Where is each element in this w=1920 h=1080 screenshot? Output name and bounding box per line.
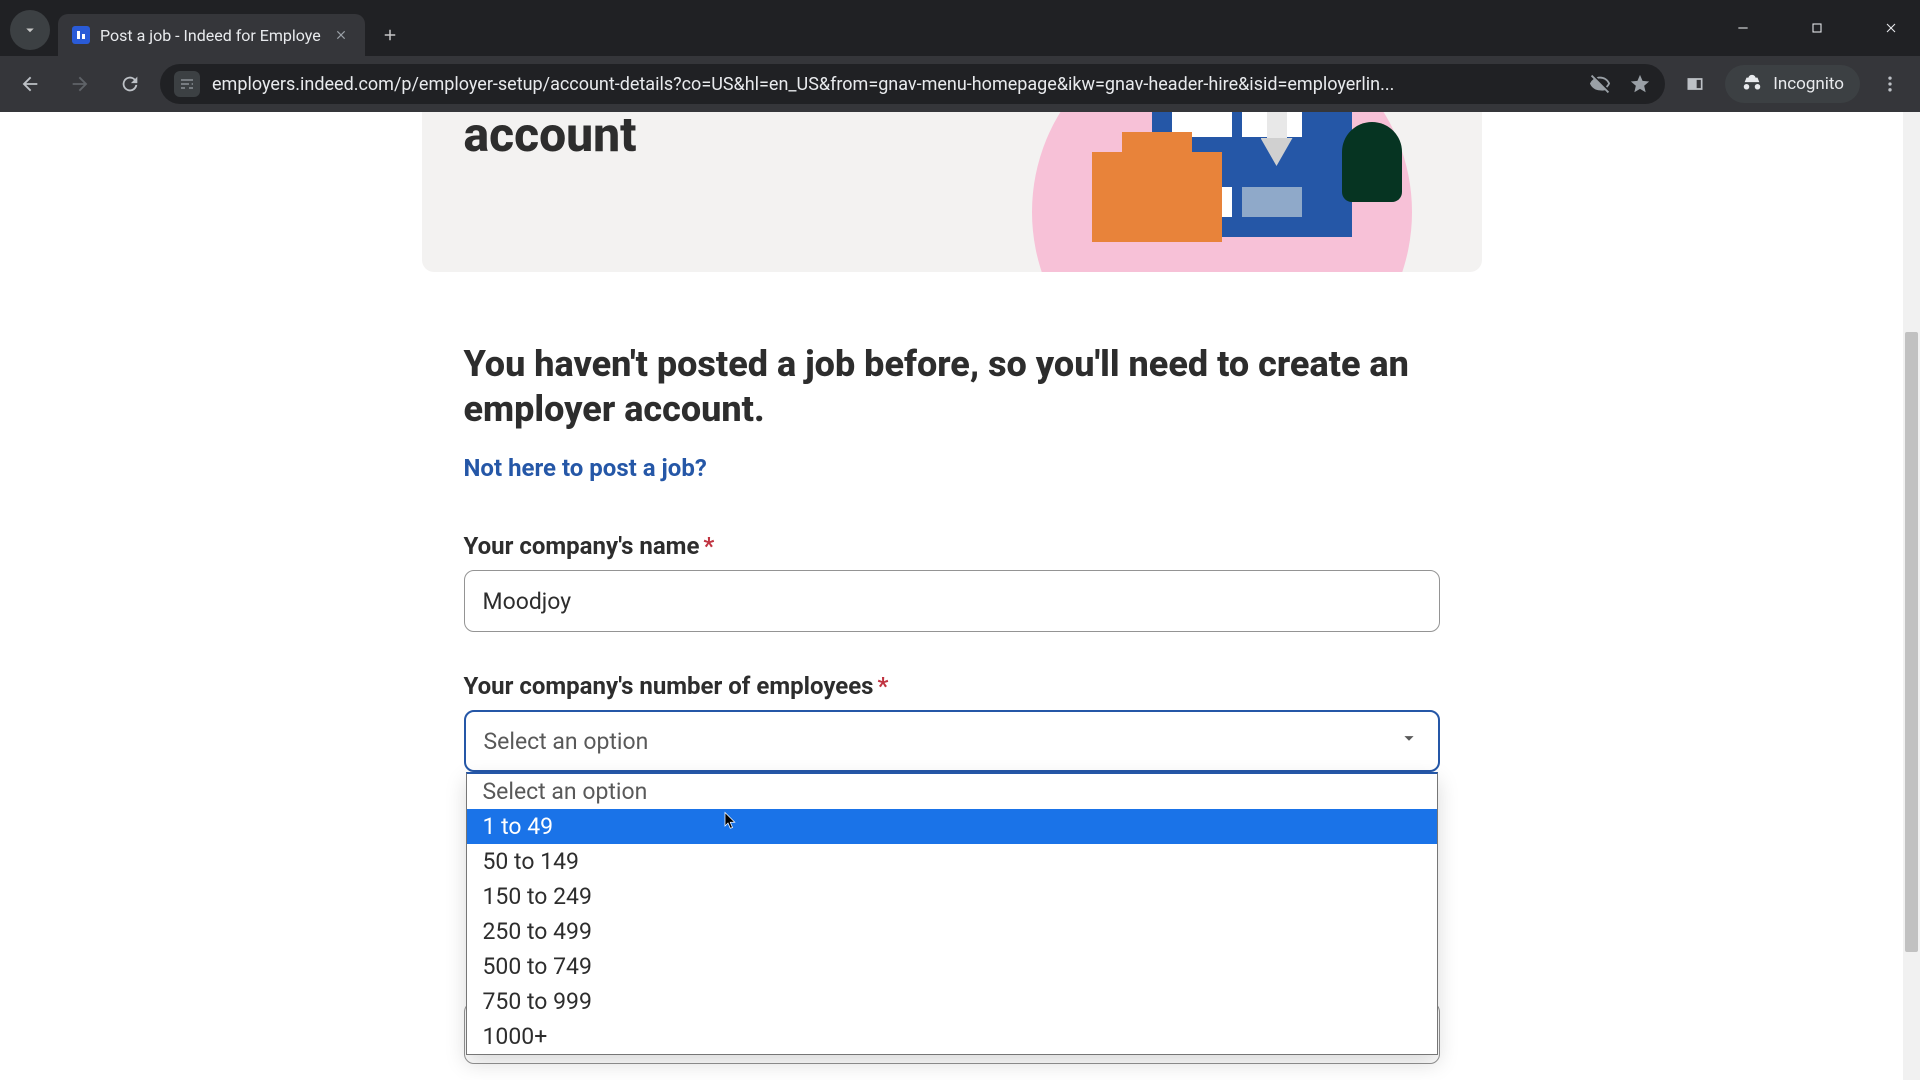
hero-illustration	[972, 112, 1452, 272]
minimize-icon	[1735, 20, 1751, 36]
company-name-label: Your company's name*	[464, 532, 1440, 560]
hero-title-fragment: account	[464, 112, 637, 163]
scrollbar-thumb[interactable]	[1905, 332, 1918, 952]
field-company-name: Your company's name*	[464, 532, 1440, 632]
field-employee-count: Your company's number of employees* Sele…	[464, 672, 1440, 772]
nav-back-button[interactable]	[10, 64, 50, 104]
maximize-icon	[1809, 20, 1825, 36]
not-here-link[interactable]: Not here to post a job?	[464, 454, 1440, 482]
window-close-button[interactable]	[1868, 8, 1914, 48]
dropdown-option[interactable]: 50 to 149	[467, 844, 1437, 879]
browser-tab-active[interactable]: Post a job - Indeed for Employe	[58, 14, 365, 56]
company-name-input[interactable]	[464, 570, 1440, 632]
side-panel-button[interactable]	[1675, 64, 1715, 104]
arrow-right-icon	[69, 73, 91, 95]
dropdown-option[interactable]: 150 to 249	[467, 879, 1437, 914]
window-minimize-button[interactable]	[1720, 8, 1766, 48]
nav-forward-button[interactable]	[60, 64, 100, 104]
incognito-indicator[interactable]: Incognito	[1725, 65, 1860, 103]
dropdown-option[interactable]: 750 to 999	[467, 984, 1437, 1019]
select-current-value: Select an option	[484, 728, 649, 755]
dropdown-option[interactable]: 1 to 49	[467, 809, 1437, 844]
window-controls	[1720, 0, 1914, 56]
incognito-icon	[1741, 73, 1763, 95]
search-tabs-button[interactable]	[10, 10, 50, 50]
site-info-button[interactable]	[174, 71, 200, 97]
window-maximize-button[interactable]	[1794, 8, 1840, 48]
employee-count-label: Your company's number of employees*	[464, 672, 1440, 700]
kebab-icon	[1880, 74, 1900, 94]
tab-strip: Post a job - Indeed for Employe	[0, 0, 1920, 56]
dropdown-option[interactable]: 500 to 749	[467, 949, 1437, 984]
reload-icon	[119, 73, 141, 95]
browser-toolbar: employers.indeed.com/p/employer-setup/ac…	[0, 56, 1920, 112]
tab-title: Post a job - Indeed for Employe	[100, 26, 321, 45]
dropdown-option[interactable]: Select an option	[467, 774, 1437, 809]
tab-close-button[interactable]	[331, 25, 351, 45]
page-subheading: You haven't posted a job before, so you'…	[464, 342, 1424, 432]
tune-icon	[179, 76, 195, 92]
eye-off-icon[interactable]	[1589, 73, 1611, 95]
hero-banner: account	[422, 112, 1482, 272]
scrollbar[interactable]	[1903, 112, 1920, 1080]
employee-count-dropdown[interactable]: Select an option1 to 4950 to 149150 to 2…	[466, 772, 1438, 1055]
address-bar[interactable]: employers.indeed.com/p/employer-setup/ac…	[160, 64, 1665, 104]
browser-menu-button[interactable]	[1870, 64, 1910, 104]
bookmark-star-icon[interactable]	[1629, 73, 1651, 95]
favicon-icon	[72, 26, 90, 44]
plus-icon	[381, 26, 399, 44]
chevron-down-icon	[1398, 727, 1420, 755]
chevron-down-icon	[21, 21, 39, 39]
arrow-left-icon	[19, 73, 41, 95]
nav-reload-button[interactable]	[110, 64, 150, 104]
incognito-label: Incognito	[1773, 74, 1844, 94]
employee-count-select[interactable]: Select an option	[464, 710, 1440, 772]
dropdown-option[interactable]: 1000+	[467, 1019, 1437, 1054]
new-tab-button[interactable]	[373, 18, 407, 52]
close-icon	[1883, 20, 1899, 36]
close-icon	[334, 28, 348, 42]
url-text: employers.indeed.com/p/employer-setup/ac…	[212, 74, 1577, 95]
page-viewport: account You haven't posted a job before,…	[0, 112, 1920, 1080]
dropdown-option[interactable]: 250 to 499	[467, 914, 1437, 949]
side-panel-icon	[1685, 74, 1705, 94]
